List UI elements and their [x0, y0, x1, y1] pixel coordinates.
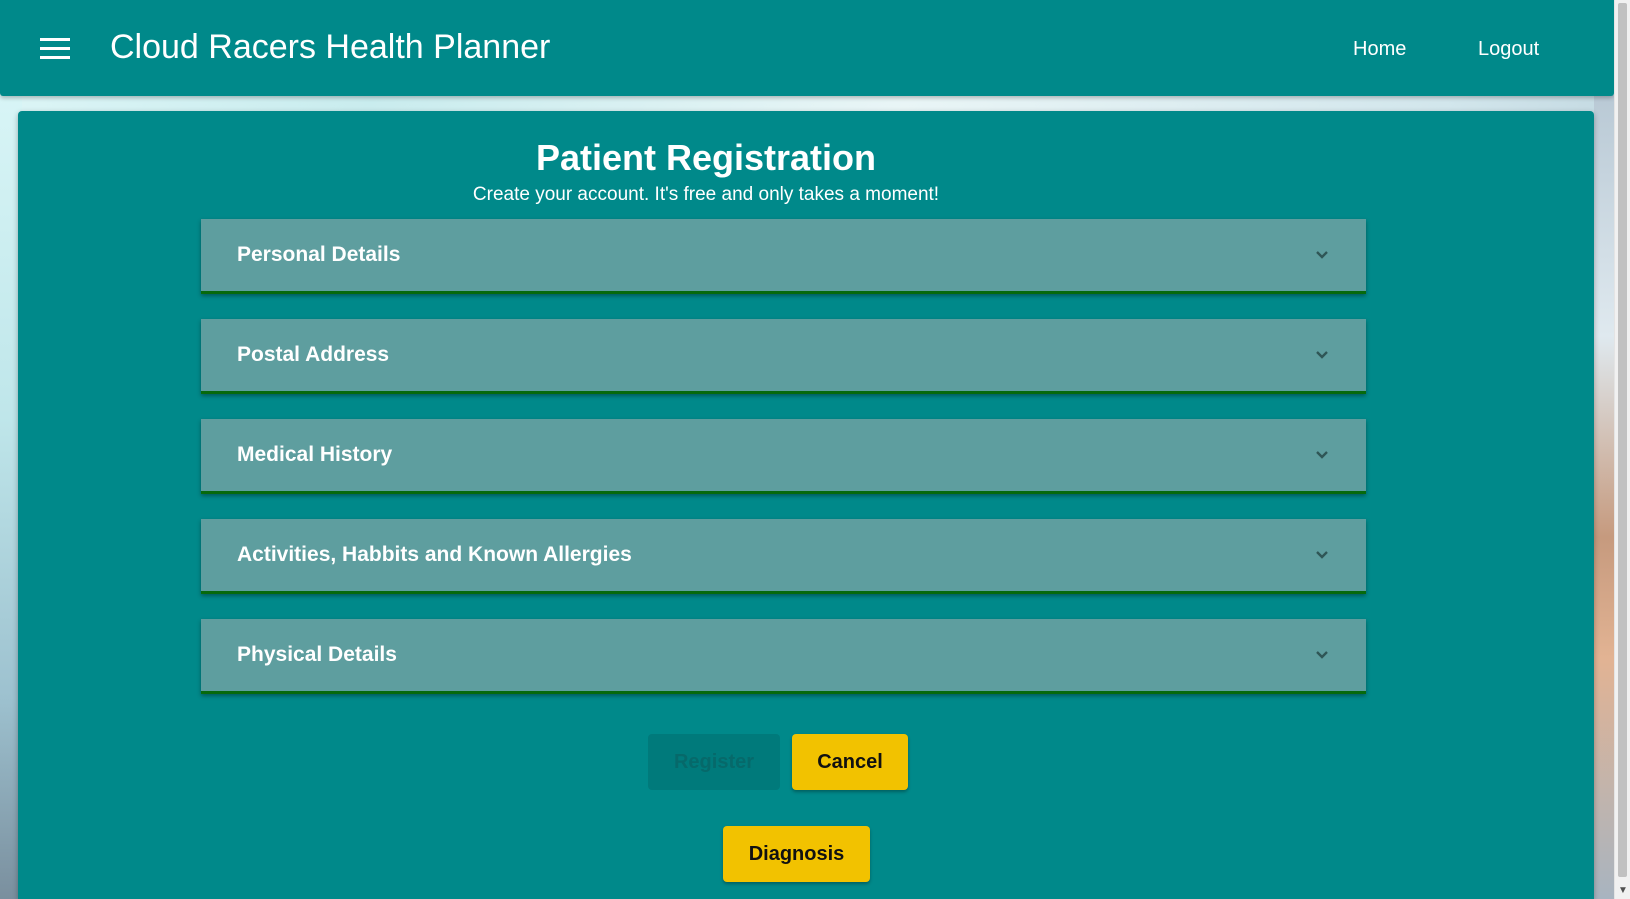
page-title: Patient Registration	[535, 137, 877, 178]
register-button[interactable]: Register	[648, 734, 780, 790]
section-postal-address[interactable]: Postal Address	[201, 319, 1366, 394]
background-image-right	[1594, 95, 1614, 899]
top-app-bar: Cloud Racers Health Planner Home Logout	[0, 0, 1614, 96]
scrollbar-thumb[interactable]	[1618, 3, 1627, 877]
chevron-down-icon	[1316, 251, 1328, 259]
nav-logout-link[interactable]: Logout	[1478, 38, 1539, 61]
section-label: Medical History	[237, 443, 393, 466]
vertical-scrollbar[interactable]: ▼	[1614, 0, 1630, 899]
section-label: Activities, Habbits and Known Allergies	[237, 543, 632, 566]
chevron-down-icon	[1316, 551, 1328, 559]
chevron-down-icon	[1316, 351, 1328, 359]
section-label: Postal Address	[237, 343, 390, 366]
section-label: Physical Details	[237, 643, 397, 666]
registration-card: Patient Registration Create your account…	[18, 111, 1594, 899]
section-physical-details[interactable]: Physical Details	[201, 619, 1366, 694]
diagnosis-button[interactable]: Diagnosis	[723, 826, 870, 882]
section-medical-history[interactable]: Medical History	[201, 419, 1366, 494]
section-activities-habits-allergies[interactable]: Activities, Habbits and Known Allergies	[201, 519, 1366, 594]
app-title: Cloud Racers Health Planner	[110, 28, 551, 66]
cancel-button[interactable]: Cancel	[792, 734, 908, 790]
hamburger-menu-icon[interactable]	[40, 38, 70, 60]
chevron-down-icon	[1316, 651, 1328, 659]
section-personal-details[interactable]: Personal Details	[201, 219, 1366, 294]
chevron-down-icon	[1316, 451, 1328, 459]
section-label: Personal Details	[237, 243, 401, 266]
nav-home-link[interactable]: Home	[1353, 38, 1406, 61]
page-subtitle: Create your account. It's free and only …	[472, 184, 940, 205]
scroll-down-arrow-icon[interactable]: ▼	[1617, 885, 1629, 897]
